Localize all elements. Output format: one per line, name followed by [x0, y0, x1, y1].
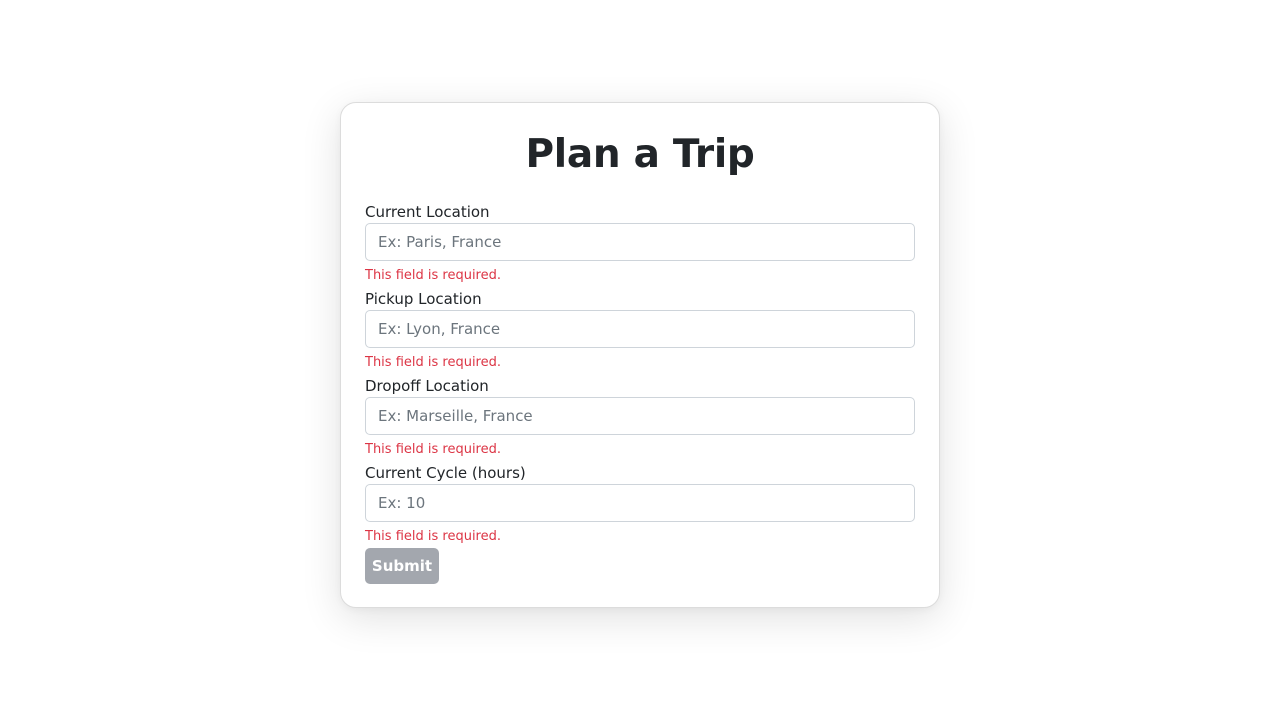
- page-title: Plan a Trip: [525, 132, 755, 177]
- dropoff-location-group: Dropoff Location This field is required.: [365, 377, 915, 458]
- current-cycle-group: Current Cycle (hours) This field is requ…: [365, 464, 915, 545]
- dropoff-location-input[interactable]: [365, 397, 915, 435]
- pickup-location-label: Pickup Location: [365, 290, 482, 308]
- dropoff-location-error: This field is required.: [365, 442, 501, 457]
- current-cycle-error: This field is required.: [365, 529, 501, 544]
- pickup-location-error: This field is required.: [365, 355, 501, 370]
- current-location-error: This field is required.: [365, 268, 501, 283]
- submit-button[interactable]: Submit: [365, 548, 439, 584]
- current-location-input[interactable]: [365, 223, 915, 261]
- current-cycle-label: Current Cycle (hours): [365, 464, 526, 482]
- current-location-group: Current Location This field is required.: [365, 203, 915, 284]
- trip-form-card: Plan a Trip Current Location This field …: [340, 102, 940, 608]
- current-location-label: Current Location: [365, 203, 490, 221]
- current-cycle-input[interactable]: [365, 484, 915, 522]
- pickup-location-group: Pickup Location This field is required.: [365, 290, 915, 371]
- dropoff-location-label: Dropoff Location: [365, 377, 489, 395]
- pickup-location-input[interactable]: [365, 310, 915, 348]
